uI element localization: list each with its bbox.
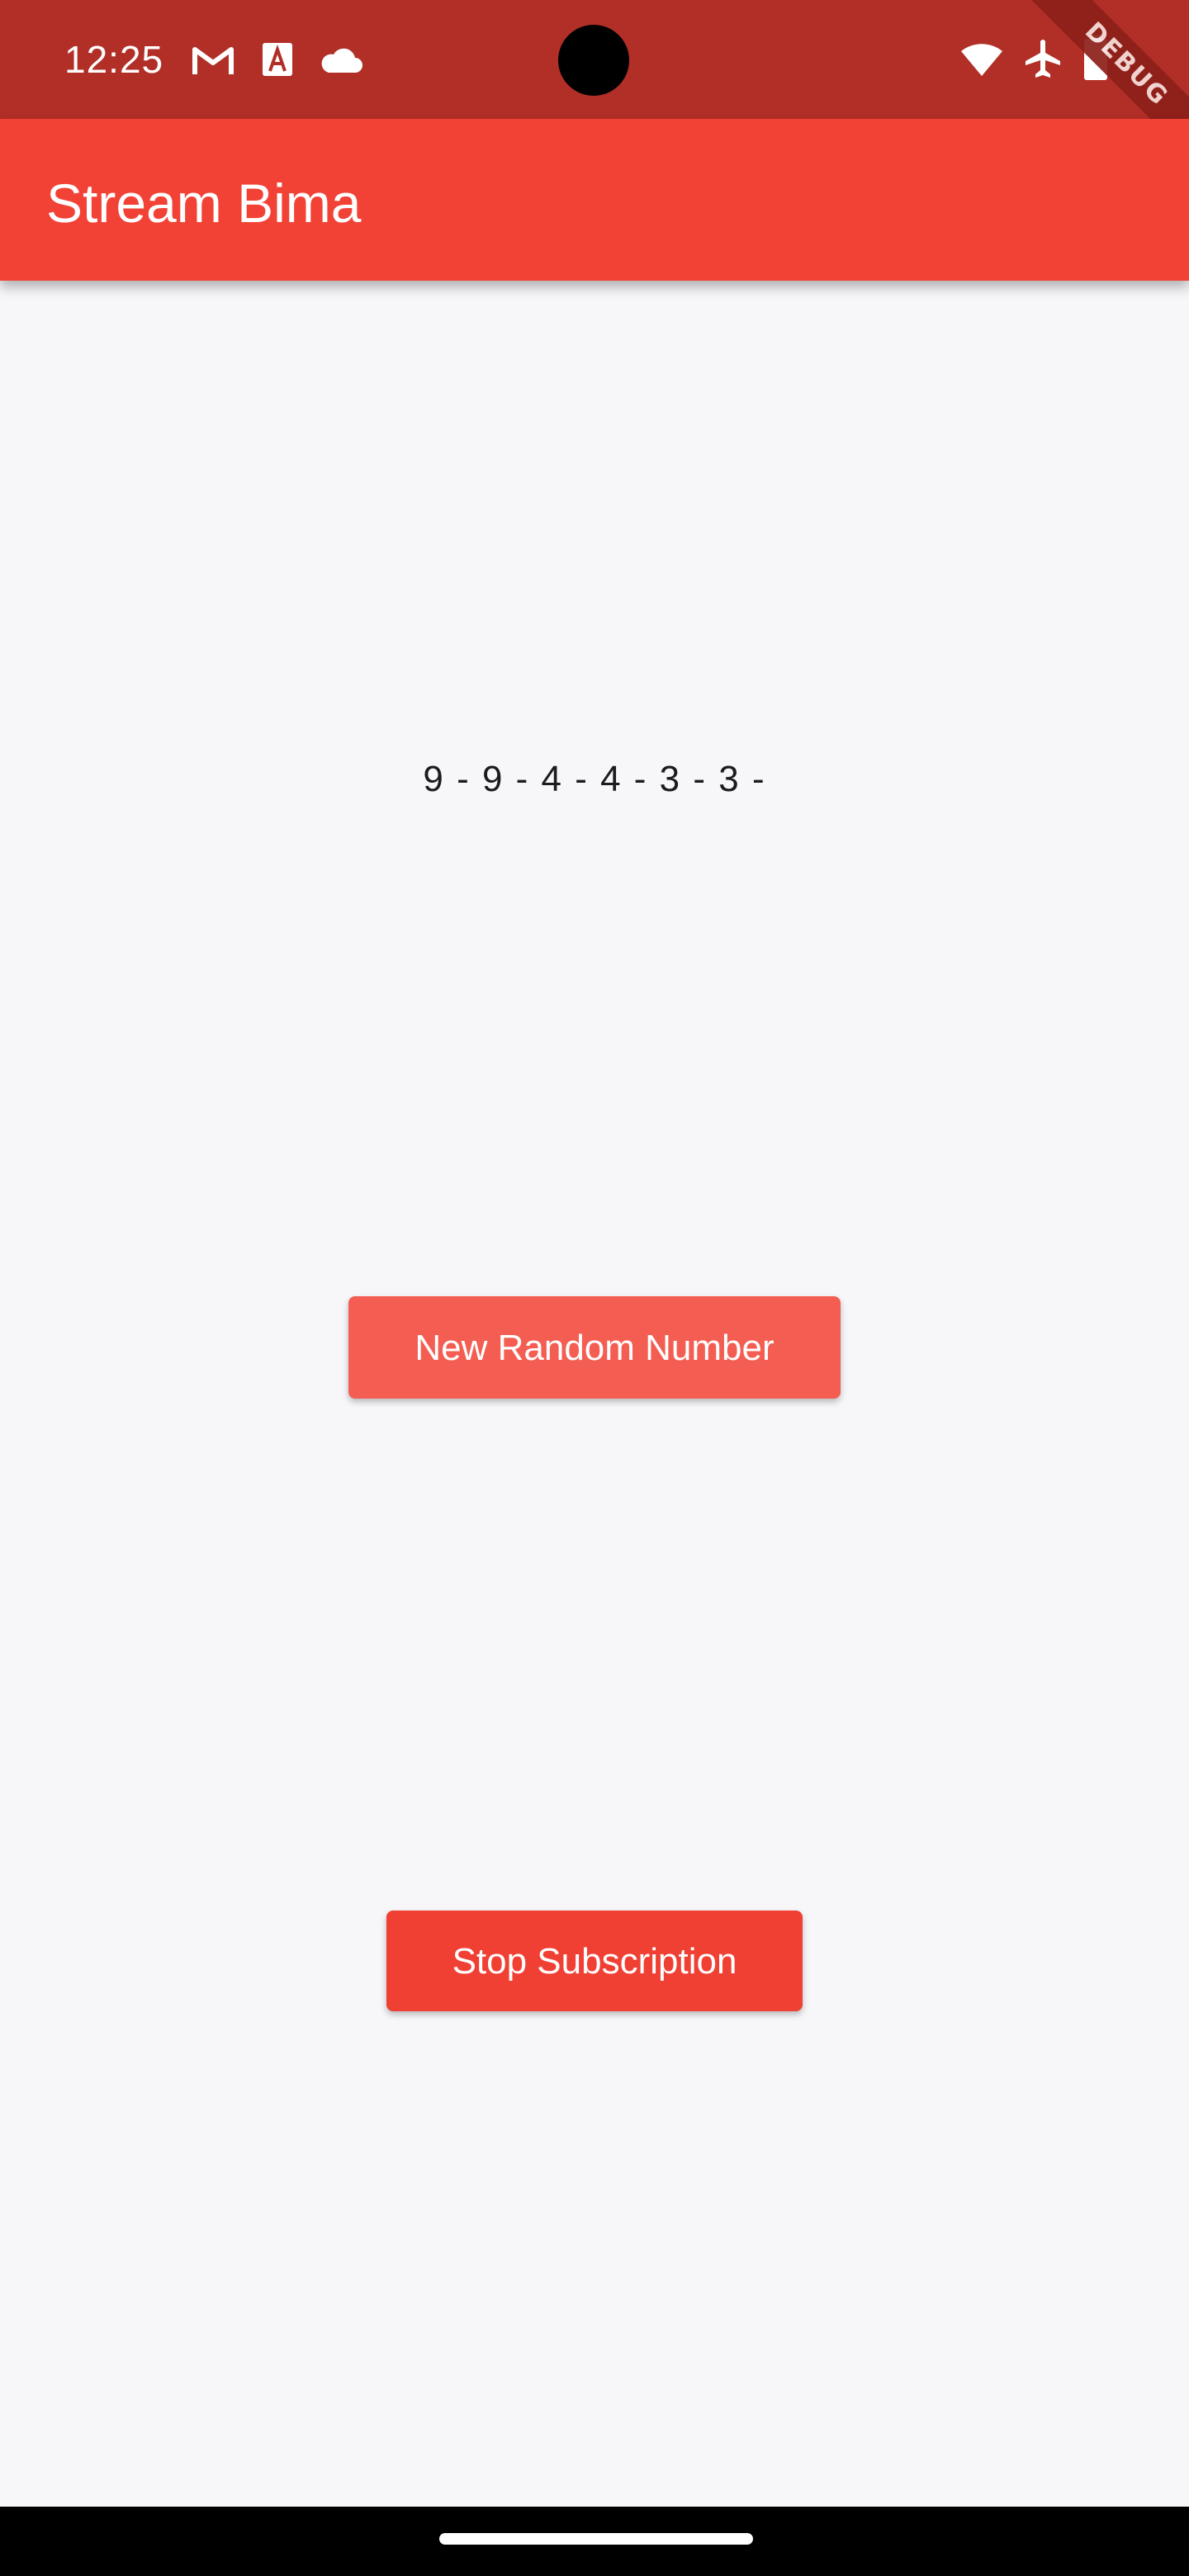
page-title: Stream Bima (46, 173, 362, 234)
wifi-icon (961, 44, 1002, 76)
app-bar: Stream Bima (0, 119, 1189, 281)
gmail-icon (192, 47, 234, 74)
gesture-handle[interactable] (439, 2533, 753, 2545)
status-time: 12:25 (64, 38, 164, 81)
stop-subscription-button[interactable]: Stop Subscription (386, 1911, 803, 2011)
camera-cutout (558, 25, 629, 96)
status-bar: 12:25 DEBUG (0, 0, 1189, 168)
stream-output-text: 9 - 9 - 4 - 4 - 3 - 3 - (423, 759, 766, 799)
battery-icon (1084, 35, 1107, 80)
cloud-icon (321, 48, 362, 73)
airplane-icon (1026, 40, 1060, 78)
app-a-icon (263, 43, 292, 76)
new-random-number-button[interactable]: New Random Number (348, 1296, 841, 1399)
navigation-bar (0, 2507, 1189, 2576)
